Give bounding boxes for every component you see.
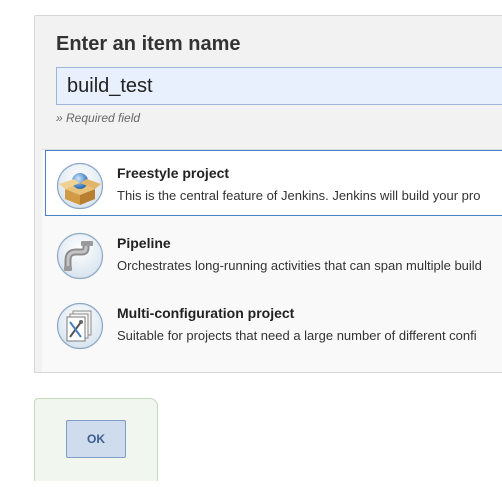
freestyle-project-icon bbox=[56, 162, 104, 210]
item-type-title: Pipeline bbox=[117, 235, 171, 251]
pipeline-icon bbox=[56, 232, 104, 280]
item-type-description: This is the central feature of Jenkins. … bbox=[117, 188, 481, 203]
page-title: Enter an item name bbox=[56, 33, 241, 55]
required-field-hint: » Required field bbox=[56, 111, 141, 125]
item-name-input[interactable] bbox=[56, 67, 502, 105]
item-type-description: Suitable for projects that need a large … bbox=[117, 328, 477, 343]
item-type-description: Orchestrates long-running activities tha… bbox=[117, 258, 482, 273]
multi-configuration-project-icon bbox=[56, 302, 104, 350]
item-type-pipeline[interactable]: Pipeline Orchestrates long-running activ… bbox=[45, 220, 502, 286]
new-item-panel: Enter an item name » Required field bbox=[34, 15, 502, 373]
footer-bar: OK bbox=[34, 398, 158, 481]
item-type-freestyle[interactable]: Freestyle project This is the central fe… bbox=[45, 150, 502, 216]
item-type-multi-configuration[interactable]: Multi-configuration project Suitable for… bbox=[45, 290, 502, 356]
item-type-title: Freestyle project bbox=[117, 165, 230, 181]
item-type-list: Freestyle project This is the central fe… bbox=[42, 149, 502, 372]
item-type-title: Multi-configuration project bbox=[117, 305, 295, 321]
ok-button[interactable]: OK bbox=[66, 420, 126, 458]
